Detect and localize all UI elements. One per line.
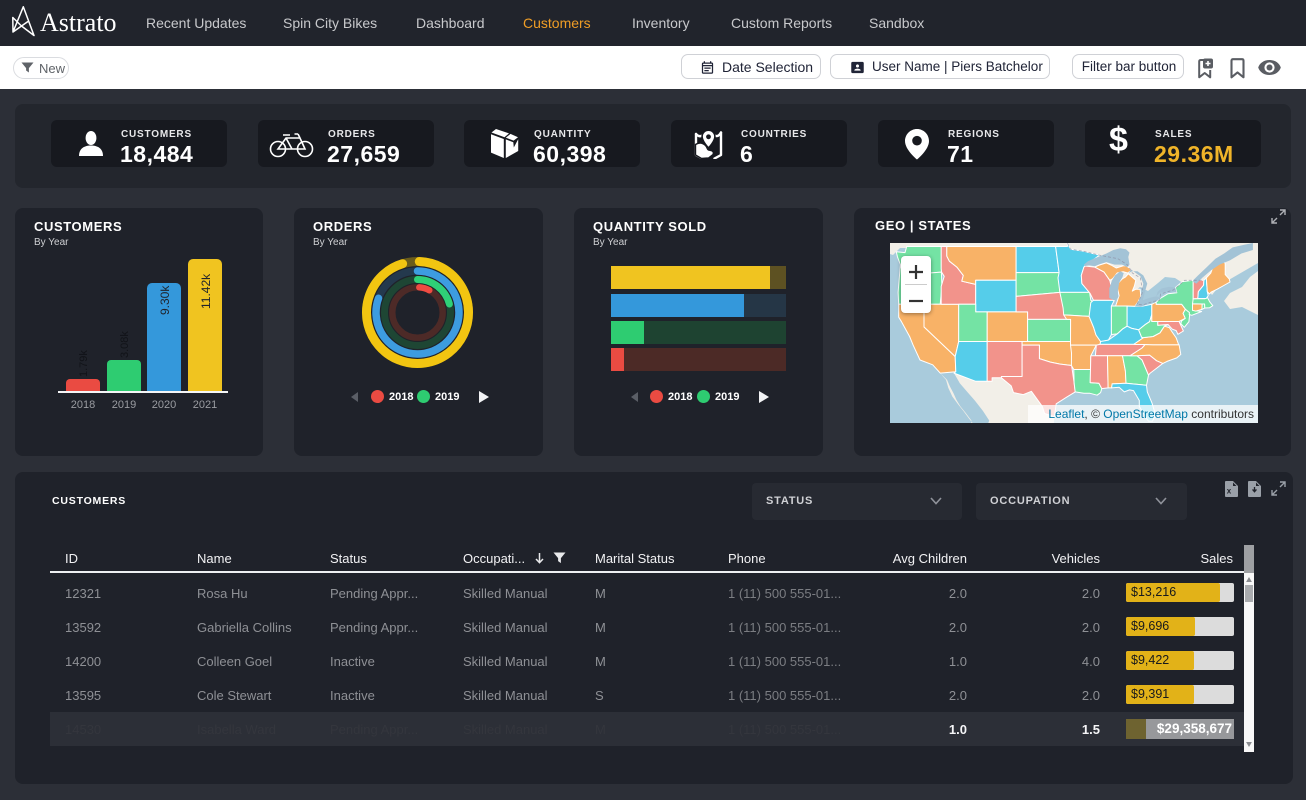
svg-text:x: x	[1227, 487, 1232, 496]
